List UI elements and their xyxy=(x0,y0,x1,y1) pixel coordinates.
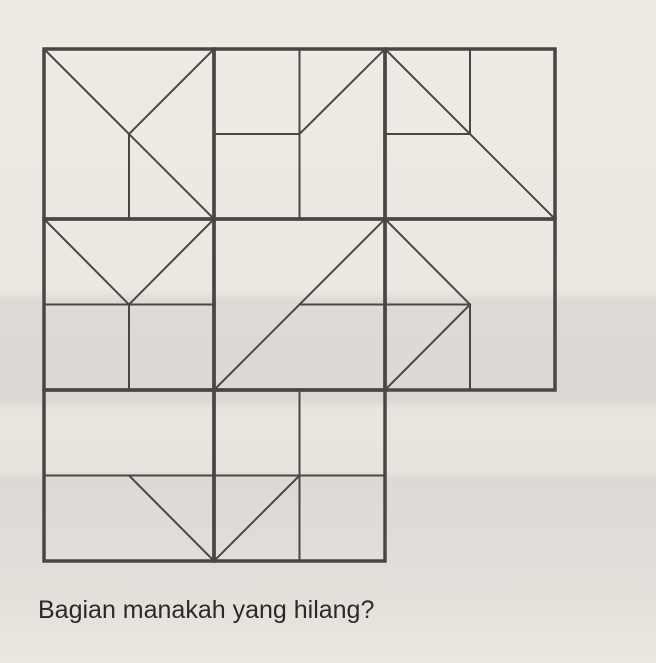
cell-line-r1c1 xyxy=(127,47,216,136)
cell-line-r2c1 xyxy=(127,217,216,306)
cell-line-r3c1 xyxy=(127,474,216,563)
cell-line-r2c3 xyxy=(383,217,472,306)
pattern-puzzle-grid xyxy=(42,47,557,563)
cell-line-r2c1 xyxy=(42,217,131,306)
cell-line-r2c3 xyxy=(383,303,472,392)
cell-line-r3c2 xyxy=(212,474,301,563)
question-text: Bagian manakah yang hilang? xyxy=(38,596,375,624)
cell-line-r1c2 xyxy=(298,47,387,136)
